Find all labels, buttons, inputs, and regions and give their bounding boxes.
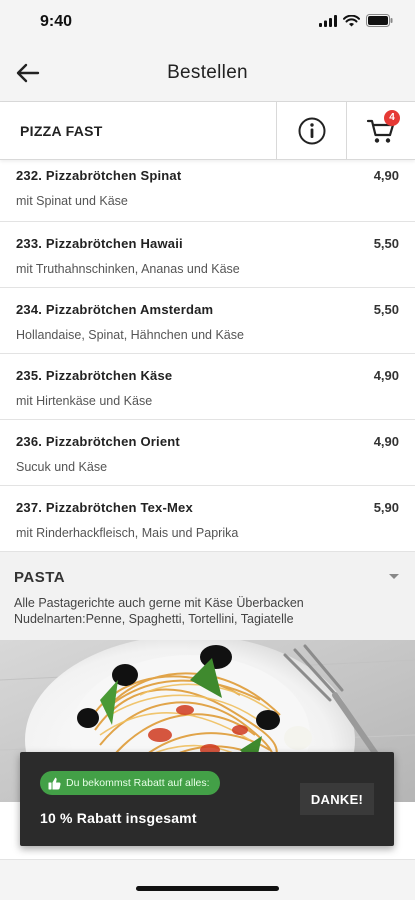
thumbs-up-icon: [48, 777, 61, 789]
item-price: 5,50: [373, 302, 399, 317]
nav-bar: Bestellen: [0, 44, 415, 102]
category-description-line: Alle Pastagerichte auch gerne mit Käse Ü…: [14, 596, 304, 610]
menu-item[interactable]: 233. Pizzabrötchen Hawaii 5,50 mit Truth…: [0, 222, 415, 288]
menu-item[interactable]: 234. Pizzabrötchen Amsterdam 5,50 Hollan…: [0, 288, 415, 354]
discount-toast: Du bekommst Rabatt auf alles: 10 % Rabat…: [20, 752, 394, 846]
item-name: 233. Pizzabrötchen Hawaii: [16, 236, 183, 251]
status-bar: 9:40: [0, 0, 415, 44]
item-name: 235. Pizzabrötchen Käse: [16, 368, 173, 383]
item-description: mit Hirtenkäse und Käse: [16, 394, 153, 408]
category-title: PASTA: [14, 569, 66, 586]
category-description: Alle Pastagerichte auch gerne mit Käse Ü…: [14, 595, 404, 627]
menu-list: 232. Pizzabrötchen Spinat 4,90 mit Spina…: [0, 160, 415, 552]
signal-icon: [319, 14, 337, 27]
item-price: 4,90: [373, 368, 399, 383]
wifi-icon: [343, 14, 360, 26]
home-indicator: [136, 886, 279, 891]
item-price: 4,90: [373, 168, 399, 183]
item-description: Hollandaise, Spinat, Hähnchen und Käse: [16, 328, 244, 342]
item-name: 236. Pizzabrötchen Orient: [16, 434, 180, 449]
item-price: 5,90: [373, 500, 399, 515]
discount-message: 10 % Rabatt insgesamt: [40, 810, 197, 826]
item-name: 237. Pizzabrötchen Tex-Mex: [16, 500, 193, 515]
menu-item[interactable]: 232. Pizzabrötchen Spinat 4,90 mit Spina…: [0, 160, 415, 222]
menu-item[interactable]: 235. Pizzabrötchen Käse 4,90 mit Hirtenk…: [0, 354, 415, 420]
dismiss-toast-button[interactable]: DANKE!: [300, 783, 374, 815]
cart-button[interactable]: 4: [346, 102, 415, 160]
menu-item[interactable]: 237. Pizzabrötchen Tex-Mex 5,90 mit Rind…: [0, 486, 415, 552]
menu-item[interactable]: 236. Pizzabrötchen Orient 4,90 Sucuk und…: [0, 420, 415, 486]
item-description: Sucuk und Käse: [16, 460, 108, 474]
info-icon: [298, 117, 325, 145]
item-description: mit Spinat und Käse: [16, 194, 128, 208]
item-price: 4,90: [373, 434, 399, 449]
page-title: Bestellen: [167, 62, 248, 83]
shop-header: PIZZA FAST 4: [0, 102, 415, 160]
item-description: mit Truthahnschinken, Ananas und Käse: [16, 262, 240, 276]
category-description-line: Nudelnarten:Penne, Spaghetti, Tortellini…: [14, 612, 294, 626]
chevron-down-icon: [389, 574, 399, 579]
discount-pill-text: Du bekommst Rabatt auf alles:: [66, 777, 210, 789]
shop-name: PIZZA FAST: [20, 123, 103, 139]
discount-pill: Du bekommst Rabatt auf alles:: [40, 771, 220, 795]
status-time: 9:40: [40, 13, 73, 30]
battery-icon: [366, 14, 393, 27]
item-name: 234. Pizzabrötchen Amsterdam: [16, 302, 214, 317]
info-button[interactable]: [276, 102, 346, 160]
home-area: [0, 860, 415, 900]
cart-count-badge: 4: [384, 110, 400, 126]
category-header-pasta[interactable]: PASTA Alle Pastagerichte auch gerne mit …: [0, 552, 415, 640]
item-price: 5,50: [373, 236, 399, 251]
status-icons: [319, 14, 393, 27]
cart-icon-wrap: 4: [366, 110, 400, 146]
item-description: mit Rinderhackfleisch, Mais und Paprika: [16, 526, 239, 540]
item-name: 232. Pizzabrötchen Spinat: [16, 168, 182, 183]
